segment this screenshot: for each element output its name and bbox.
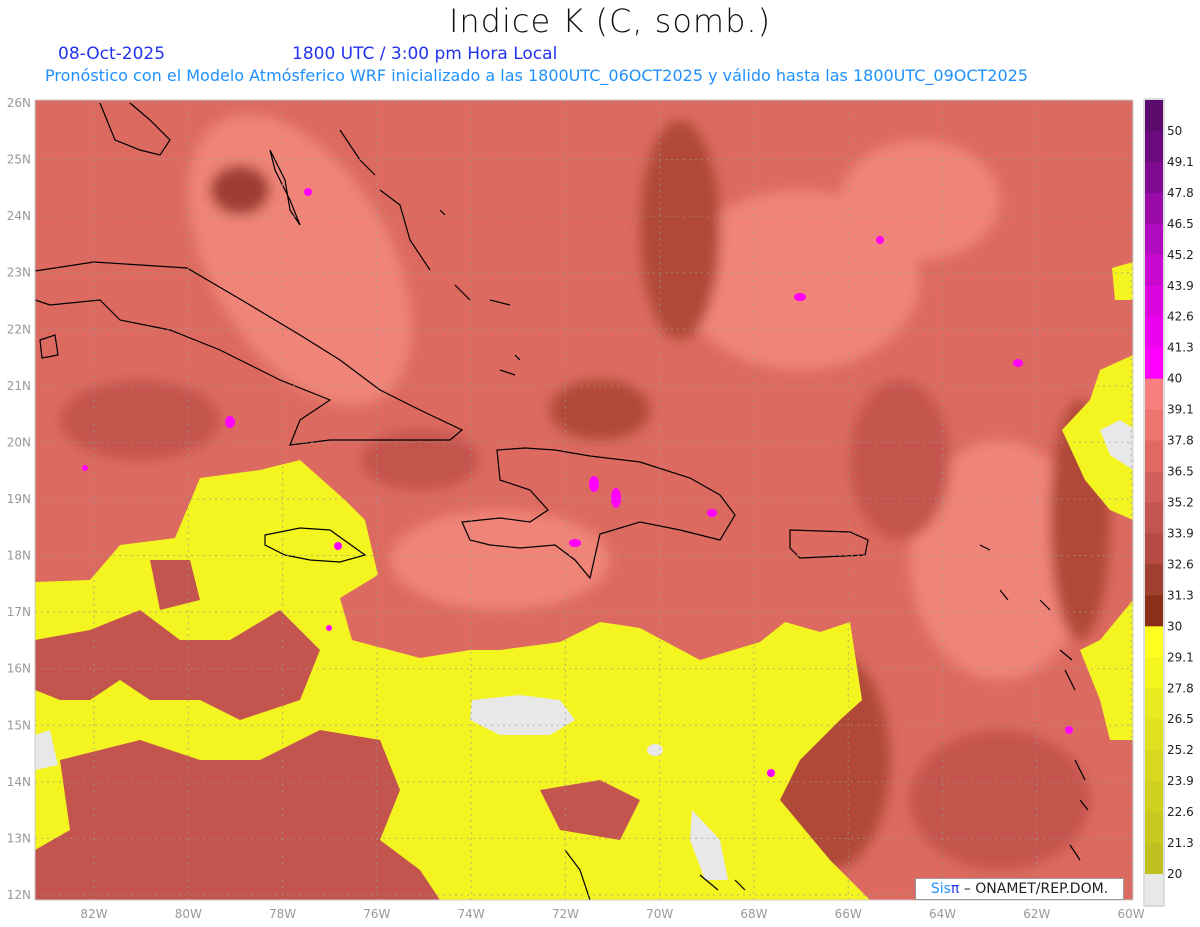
colorbar-label: 50 [1167, 124, 1182, 138]
credit-box: Sisπ – ONAMET/REP.DOM. [915, 878, 1124, 900]
colorbar-label: 46.5 [1167, 217, 1194, 231]
lon-label: 70W [646, 907, 673, 921]
colorbar-bin [1145, 843, 1163, 875]
pi-logo: π [950, 881, 960, 897]
colorbar-label: 26.5 [1167, 712, 1194, 726]
colorbar-label: 41.3 [1167, 341, 1194, 355]
colorbar-label: 43.9 [1167, 279, 1194, 293]
lat-label: 23N [7, 266, 31, 280]
colorbar-bin [1145, 595, 1163, 627]
colorbar-bin [1145, 285, 1163, 318]
lon-label: 64W [929, 907, 956, 921]
colorbar-bin [1145, 440, 1163, 473]
colorbar-bin [1145, 781, 1163, 813]
lat-label: 21N [7, 379, 31, 393]
colorbar-bin [1145, 750, 1163, 782]
colorbar-bin [1145, 316, 1163, 349]
credit-brand: Sis [930, 881, 951, 897]
forecast-time: 1800 UTC / 3:00 pm Hora Local [292, 44, 558, 64]
colorbar-bin [1145, 192, 1163, 225]
colorbar-label: 27.8 [1167, 681, 1194, 695]
colorbar-bin [1145, 130, 1163, 163]
colorbar-label: 33.9 [1167, 526, 1194, 540]
colorbar-bin [1145, 502, 1163, 534]
lat-label: 25N [7, 153, 31, 167]
colorbar-bin [1145, 657, 1163, 689]
colorbar-label: 47.8 [1167, 186, 1194, 200]
colorbar-label: 31.3 [1167, 588, 1194, 602]
colorbar-label: 42.6 [1167, 310, 1194, 324]
lat-label: 22N [7, 322, 31, 336]
lon-label: 66W [835, 907, 862, 921]
lat-label: 14N [7, 775, 31, 789]
colorbar-label: 25.2 [1167, 743, 1194, 757]
lon-label: 62W [1023, 907, 1050, 921]
colorbar-bin [1145, 100, 1163, 132]
colorbar-label: 30 [1167, 619, 1182, 633]
colorbar-label: 32.6 [1167, 557, 1194, 571]
colorbar-bin [1145, 161, 1163, 194]
colorbar-label: 23.9 [1167, 774, 1194, 788]
lon-label: 76W [363, 907, 390, 921]
colorbar-label: 20 [1167, 867, 1182, 881]
colorbar-label: 37.8 [1167, 434, 1194, 448]
lat-label: 13N [7, 831, 31, 845]
lat-label: 17N [7, 605, 31, 619]
colorbar-label: 49.1 [1167, 155, 1194, 169]
colorbar-bin [1145, 409, 1163, 442]
colorbar-bin [1145, 254, 1163, 287]
field-layer [35, 100, 1133, 900]
lon-label: 68W [740, 907, 767, 921]
lat-label: 15N [7, 718, 31, 732]
lon-label: 72W [552, 907, 579, 921]
lon-label: 74W [458, 907, 485, 921]
lon-label: 60W [1118, 907, 1145, 921]
forecast-subtitle: Pronóstico con el Modelo Atmósferico WRF… [45, 66, 1029, 85]
colorbar-label: 35.2 [1167, 496, 1194, 510]
colorbar-bin [1145, 533, 1163, 565]
colorbar-bin [1145, 347, 1163, 380]
colorbar-bin [1145, 564, 1163, 596]
colorbar-bin [1145, 719, 1163, 751]
lon-label: 80W [175, 907, 202, 921]
colorbar-label: 29.1 [1167, 650, 1194, 664]
colorbar-bin [1145, 812, 1163, 844]
lat-label: 12N [7, 888, 31, 902]
credit-text: – ONAMET/REP.DOM. [963, 881, 1109, 897]
colorbar-bin [1145, 471, 1163, 503]
lat-label: 20N [7, 435, 31, 449]
lat-label: 26N [7, 96, 31, 110]
map-title: Indice K (C, somb.) [448, 2, 772, 40]
colorbar-label: 39.1 [1167, 403, 1194, 417]
k-index-map: 82W 80W 78W 76W 74W 72W 70W 68W 66W 64W 62W 60W 26N 2… [7, 96, 1194, 921]
colorbar-bin [1145, 688, 1163, 720]
colorbar-bin [1145, 223, 1163, 256]
colorbar-label: 45.2 [1167, 248, 1194, 262]
lon-label: 78W [269, 907, 296, 921]
lat-label: 18N [7, 549, 31, 563]
colorbar-label: 22.6 [1167, 805, 1194, 819]
forecast-date: 08-Oct-2025 [58, 44, 166, 64]
colorbar-bin [1145, 874, 1163, 906]
colorbar-label: 21.3 [1167, 836, 1194, 850]
colorbar-bin [1145, 378, 1163, 411]
lat-label: 19N [7, 492, 31, 506]
colorbar-label: 40 [1167, 372, 1182, 386]
colorbar-label: 36.5 [1167, 465, 1194, 479]
lat-label: 24N [7, 209, 31, 223]
lon-label: 82W [80, 907, 107, 921]
colorbar: 50 49.1 47.8 46.5 45.2 43.9 42.6 41.3 40 39.1 37.8… [1143, 98, 1194, 907]
lat-label: 16N [7, 662, 31, 676]
colorbar-bin [1145, 626, 1163, 658]
